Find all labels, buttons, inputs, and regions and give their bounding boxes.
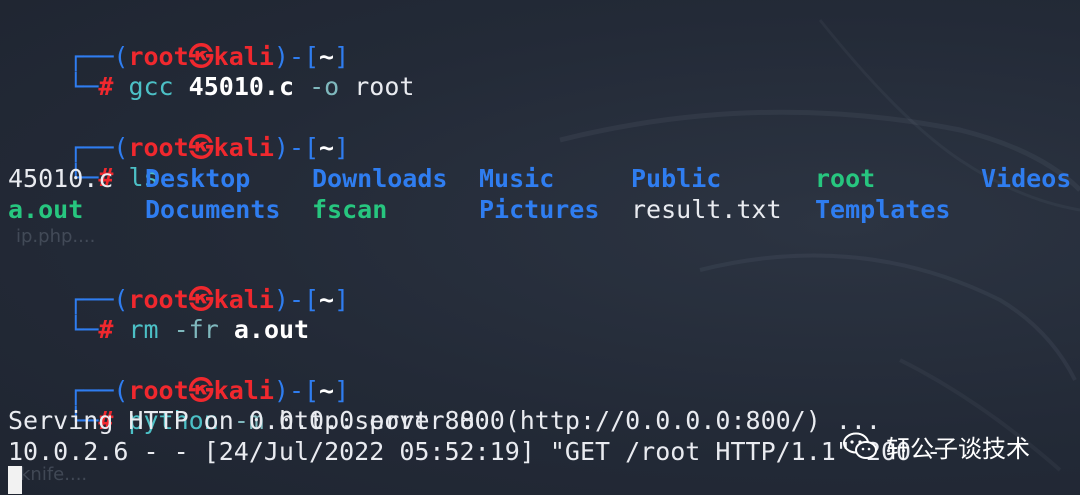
ls-entry-dir: Templates [815,195,951,224]
ls-entry-dir: Music [479,164,555,193]
wechat-icon [843,432,877,459]
ls-entry-dir: Videos [981,164,1072,193]
prompt-header: ┌──(root㉿kali)-[~] [68,285,350,314]
output-line: 10.0.2.6 - - [24/Jul/2022 05:52:19] "GET… [8,437,942,466]
watermark-text: 轩公子谈技术 [886,434,1030,463]
ls-entry-file: result.txt [631,195,782,224]
background-ghost-text: knife.... [20,464,88,485]
skull-icon: ㉿ [188,133,214,162]
ls-entry-exe: a.out [8,195,84,224]
prompt-header: ┌──(root㉿kali)-[~] [68,42,350,71]
command-line: └─# ls [68,163,159,192]
ls-entry-dir: Documents [145,195,281,224]
ls-entry-exe: fscan [312,195,388,224]
terminal-window[interactable]: ip.php.... knife.... ┌──(root㉿kali)-[~] … [0,0,1080,495]
prompt-header: ┌──(root㉿kali)-[~] [68,133,350,162]
command-line: └─# rm -fr a.out [68,315,310,344]
ls-entry-exe: root [815,164,876,193]
ls-entry-file: 45010.c [8,164,114,193]
ls-entry-dir: Desktop [145,164,251,193]
ls-entry-dir: Public [631,164,722,193]
ls-entry-dir: Downloads [312,164,448,193]
text-cursor[interactable] [8,466,22,494]
background-ghost-text: ip.php.... [16,226,96,247]
ls-entry-dir: Pictures [479,195,600,224]
prompt-header: ┌──(root㉿kali)-[~] [68,376,350,405]
wechat-watermark: 轩公子谈技术 [842,430,1030,463]
command-line: └─# gcc 45010.c -o root [68,72,415,101]
command-line: └─# python -m http.server 800 [68,406,505,435]
output-line: Serving HTTP on 0.0.0.0 port 800 (http:/… [8,406,881,435]
